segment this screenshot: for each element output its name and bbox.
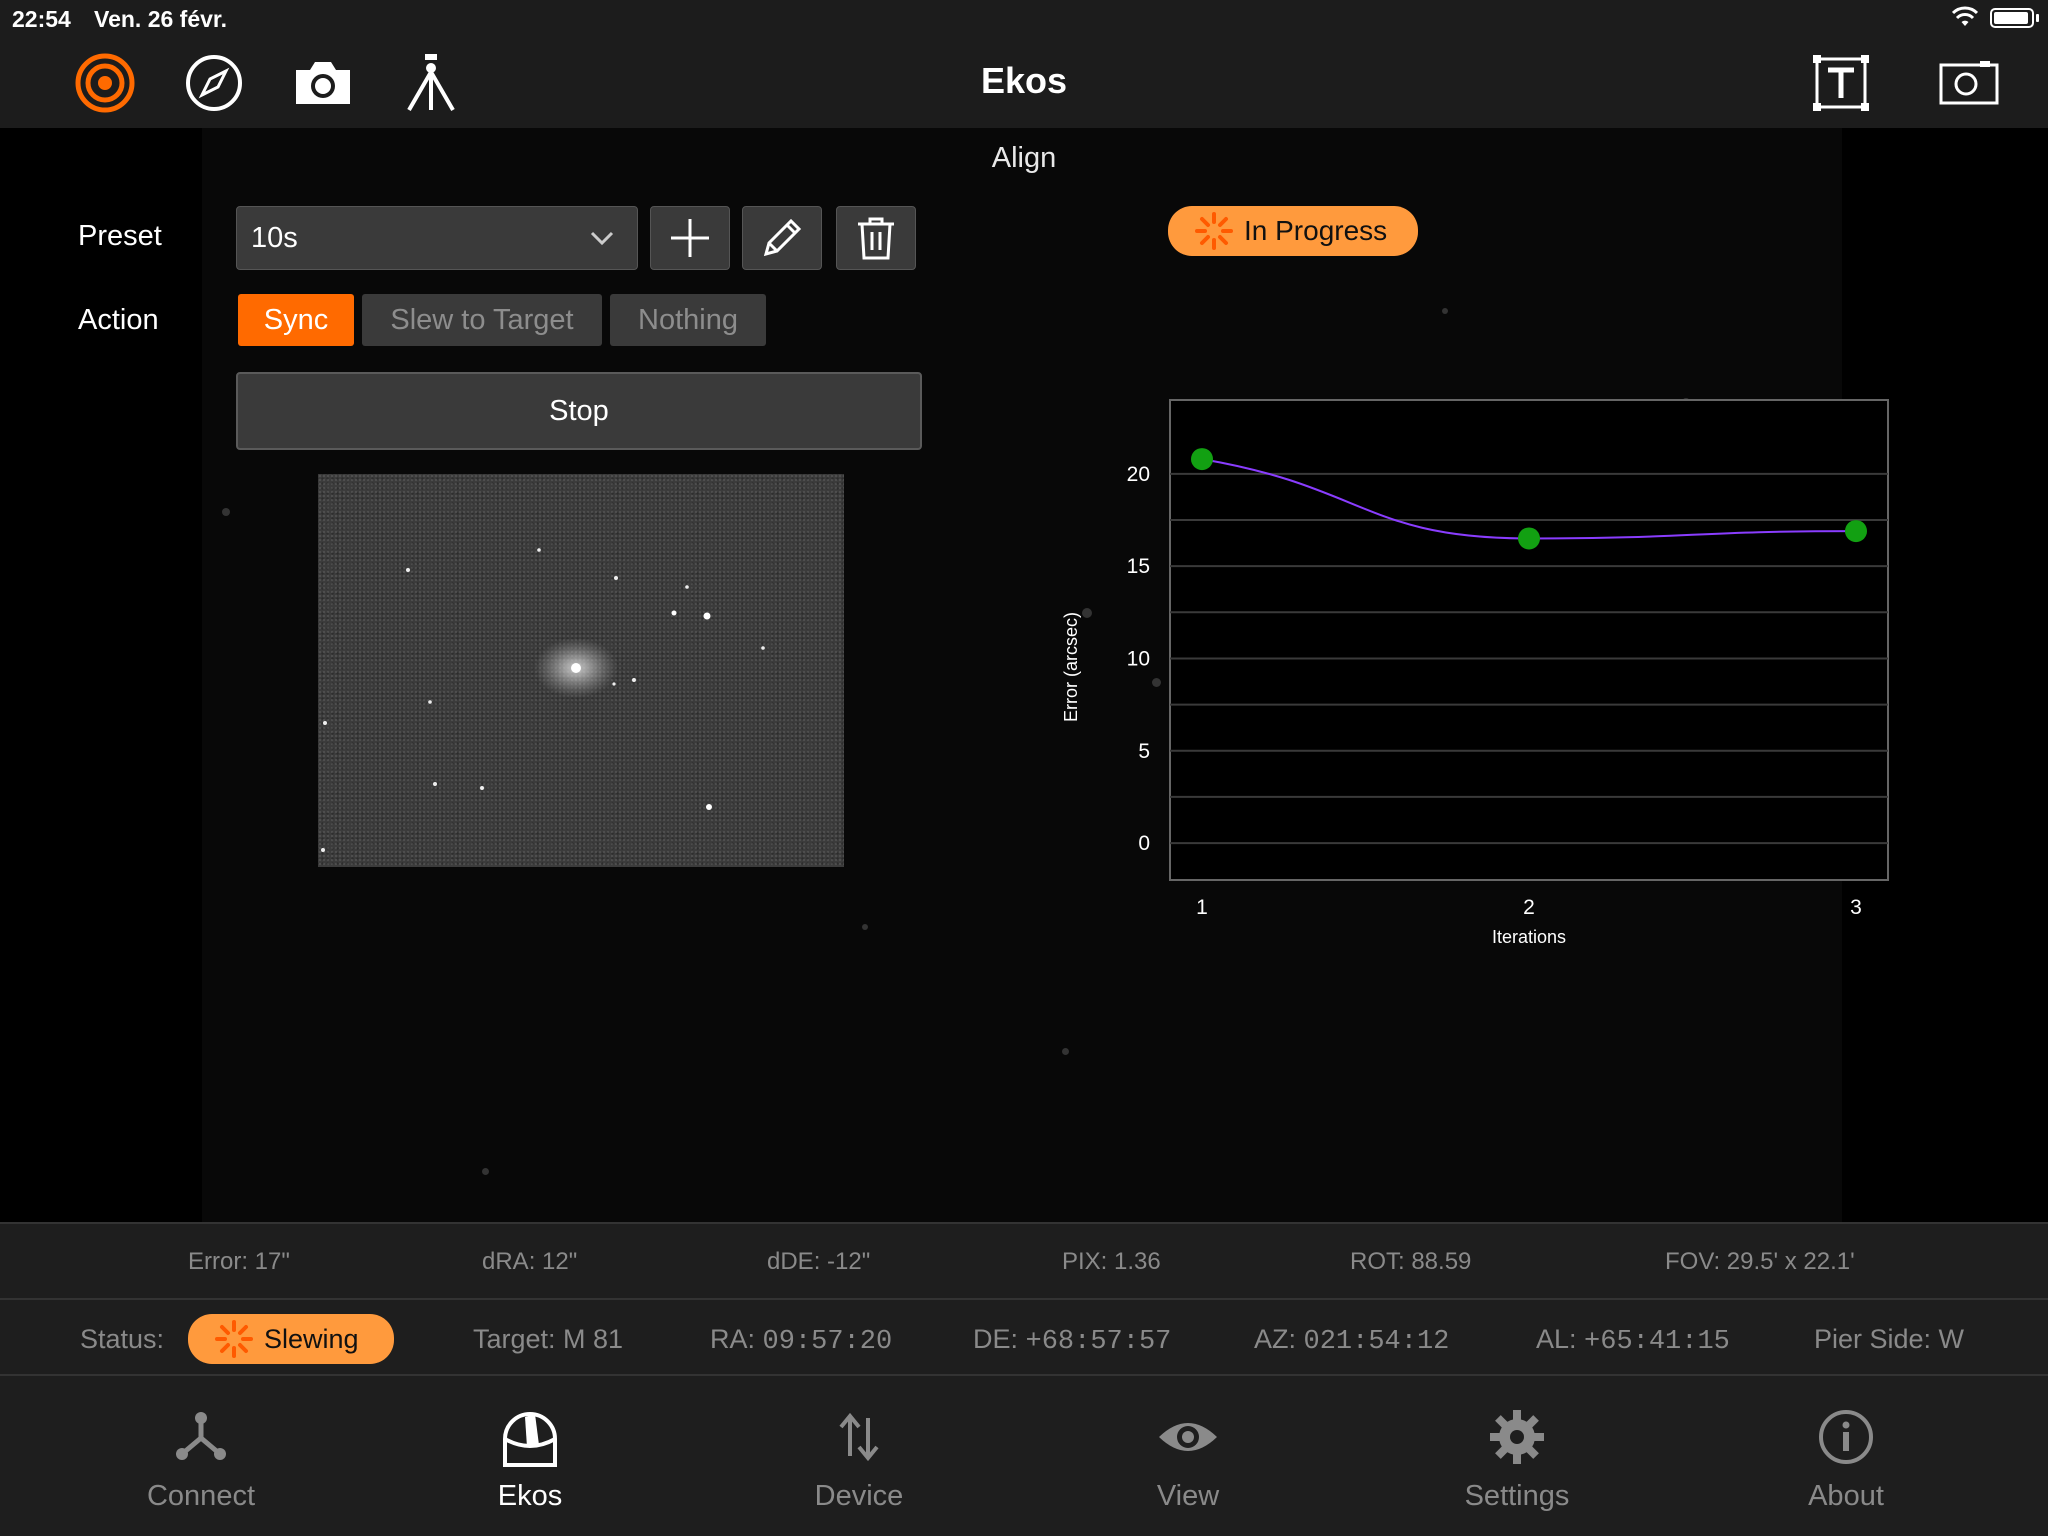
spinner-icon (1195, 212, 1233, 250)
align-panel: Align Preset 10s Action Sync Slew to Tar… (0, 128, 2048, 1222)
date: Ven. 26 févr. (94, 6, 227, 32)
tab-bar: Connect Ekos Device View Settings About (0, 1376, 2048, 1536)
data-point (1191, 448, 1213, 471)
x-tick-label: 3 (1850, 896, 1862, 919)
frame-stars (321, 548, 765, 852)
tab-label-connect: Connect (146, 1480, 255, 1512)
action-sync[interactable]: Sync (238, 294, 354, 346)
x-tick-label: 1 (1196, 896, 1208, 919)
tab-label-device: Device (814, 1480, 904, 1512)
pencil-icon (763, 218, 802, 257)
action-slew-to-target[interactable]: Slew to Target (362, 294, 602, 346)
arrows-updown-icon (739, 1402, 979, 1472)
eye-icon (1068, 1402, 1308, 1472)
mount-status-row: Status: Slewing Target: M 81 RA: 09:57:2… (0, 1298, 2048, 1376)
az-value: 021:54:12 (1303, 1327, 1450, 1357)
wifi-icon (1951, 6, 1979, 34)
nav-bar: Ekos (0, 36, 2048, 128)
y-tick-label: 15 (1127, 555, 1150, 578)
tab-label-about: About (1808, 1480, 1884, 1512)
pix-value: PIX: 1.36 (1062, 1248, 1161, 1275)
y-tick-label: 10 (1127, 647, 1150, 670)
slewing-badge: Slewing (188, 1314, 394, 1364)
solution-info-row: Error: 17" dRA: 12" dDE: -12" PIX: 1.36 … (0, 1222, 2048, 1298)
section-title: Align (991, 142, 1057, 174)
x-axis-label: Iterations (1492, 927, 1566, 947)
battery-icon (1990, 8, 2034, 28)
fov-value: FOV: 29.5' x 22.1' (1665, 1248, 1855, 1275)
de-value: +68:57:57 (1025, 1327, 1172, 1357)
al-value: +65:41:15 (1584, 1327, 1730, 1357)
connect-icon (81, 1402, 321, 1472)
stop-button[interactable]: Stop (236, 372, 922, 450)
preset-value: 10s (251, 222, 298, 254)
info-icon (1726, 1402, 1966, 1472)
tab-label-ekos: Ekos (497, 1480, 563, 1512)
error-value: Error: 17" (188, 1248, 290, 1275)
action-label: Action (78, 304, 159, 336)
text-frame-icon[interactable] (1808, 50, 1874, 116)
al-readout: AL: +65:41:15 (1536, 1324, 1730, 1357)
tab-settings[interactable]: Settings (1397, 1402, 1637, 1513)
tab-view[interactable]: View (1068, 1402, 1308, 1513)
in-progress-badge: In Progress (1168, 206, 1418, 256)
tab-label-settings: Settings (1464, 1480, 1570, 1512)
action-nothing[interactable]: Nothing (610, 294, 766, 346)
page-title: Ekos (980, 60, 1068, 101)
screenshot-icon[interactable] (1936, 50, 2002, 116)
preset-dropdown[interactable]: 10s (236, 206, 638, 270)
slewing-label: Slewing (264, 1323, 359, 1354)
captured-frame (318, 474, 844, 867)
spinner-icon (215, 1320, 253, 1358)
y-axis-label: Error (arcsec) (1061, 612, 1081, 722)
clock: 22:54 (12, 6, 71, 32)
tab-ekos[interactable]: Ekos (410, 1402, 650, 1513)
az-label: AZ: (1254, 1324, 1297, 1354)
edit-preset-button[interactable] (742, 206, 822, 270)
az-readout: AZ: 021:54:12 (1254, 1324, 1449, 1357)
data-point (1518, 527, 1540, 550)
ra-readout: RA: 09:57:20 (710, 1324, 892, 1357)
battery-cap (2036, 14, 2039, 22)
dome-icon (410, 1402, 650, 1472)
target-value: Target: M 81 (473, 1324, 624, 1354)
ra-value: 09:57:20 (762, 1327, 893, 1357)
dra-value: dRA: 12" (482, 1248, 578, 1275)
data-point (1845, 520, 1867, 543)
y-tick-label: 0 (1138, 832, 1150, 855)
status-bar: 22:54 Ven. 26 févr. (0, 0, 2048, 36)
status-label: Status: (80, 1324, 165, 1354)
tab-device[interactable]: Device (739, 1402, 979, 1513)
pier-side-value: Pier Side: W (1814, 1324, 1965, 1354)
de-label: DE: (973, 1324, 1019, 1354)
preset-label: Preset (78, 220, 162, 252)
de-readout: DE: +68:57:57 (973, 1324, 1171, 1357)
ra-label: RA: (710, 1324, 756, 1354)
gear-icon (1397, 1402, 1637, 1472)
plus-icon (671, 219, 709, 257)
y-tick-label: 20 (1127, 463, 1150, 486)
add-preset-button[interactable] (650, 206, 730, 270)
delete-preset-button[interactable] (836, 206, 916, 270)
chevron-down-icon (589, 225, 615, 256)
rot-value: ROT: 88.59 (1350, 1248, 1472, 1275)
al-label: AL: (1536, 1324, 1577, 1354)
in-progress-label: In Progress (1244, 215, 1388, 246)
y-tick-label: 5 (1138, 740, 1150, 763)
error-chart: 0 5 10 15 20 1 2 3 Iterations Error (arcsec) (1061, 399, 1889, 947)
tab-connect[interactable]: Connect (81, 1402, 321, 1513)
trash-icon (858, 217, 894, 260)
tab-about[interactable]: About (1726, 1402, 1966, 1513)
tab-label-view: View (1156, 1480, 1220, 1512)
x-tick-label: 2 (1523, 896, 1535, 919)
plot-area (1169, 399, 1889, 881)
dde-value: dDE: -12" (767, 1248, 871, 1275)
